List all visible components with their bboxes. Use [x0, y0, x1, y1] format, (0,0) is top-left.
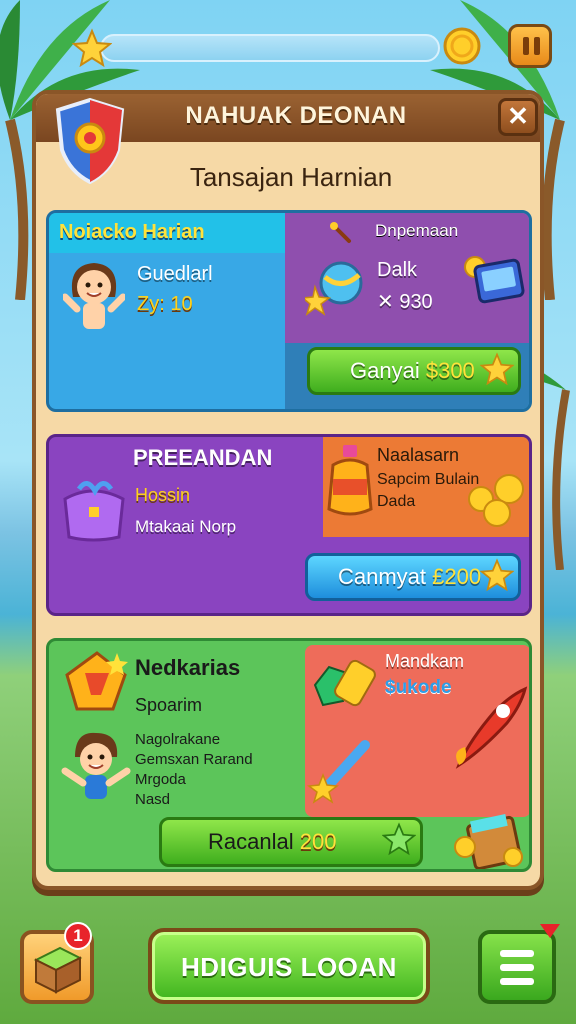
panel-subtitle: Tansajan Harnian	[189, 162, 393, 192]
card2-title: PREEANDAN	[133, 445, 273, 470]
card2-reward-title: Naalasarn	[377, 445, 460, 465]
shield-icon	[55, 98, 125, 184]
gem-icon	[65, 651, 128, 711]
player-name: Guedlarl	[137, 263, 213, 285]
treasure-chest-icon	[454, 814, 523, 869]
jar-icon	[327, 445, 373, 516]
card3-desc3: Mrgoda	[135, 771, 186, 788]
gift-bag-icon	[63, 481, 125, 542]
tablet-icon	[464, 256, 525, 304]
menu-button[interactable]	[478, 930, 556, 1004]
ball-icon	[305, 261, 363, 316]
card3-reward-title: Mandkam	[385, 651, 465, 671]
card2-claim-label: Canmyat £200	[338, 564, 482, 589]
notification-badge: 1	[64, 922, 92, 950]
card1-reward-title: Dnpemaan	[375, 221, 459, 240]
firework-icon	[307, 740, 370, 804]
progress-track	[100, 34, 440, 62]
main-action-label: HDIGUIS LOOAN	[181, 952, 397, 982]
menu-icon	[500, 950, 534, 957]
card3-subtitle: Spoarim	[135, 695, 203, 715]
wand-icon	[330, 222, 351, 243]
gem-cluster-icon	[313, 659, 376, 707]
bottom-bar: 1 HDIGUIS LOOAN	[0, 920, 576, 1024]
card3-desc1: Nagolrakane	[135, 731, 221, 748]
top-hud	[72, 24, 552, 72]
star-icon	[382, 822, 416, 856]
card2-reward-line2: Dada	[377, 493, 416, 510]
card1-item-price: ✕ 930	[377, 291, 433, 313]
card3-title: Nedkarias	[135, 655, 241, 680]
star-icon	[480, 352, 514, 386]
card2-desc: Mtakaai Norp	[135, 517, 237, 536]
card3-desc4: Nasd	[135, 791, 171, 808]
card1-header: Noiacko Harian	[59, 221, 205, 243]
card3-claim-button[interactable]: Racanlal 200	[159, 817, 423, 867]
card2-claim-button[interactable]: Canmyat £200	[305, 553, 521, 601]
quest-card-3: Nedkarias Spoarim Nagolrakane Gemsxan Ra…	[46, 638, 532, 872]
card1-claim-label: Ganyai $300	[350, 358, 475, 383]
pause-button[interactable]	[508, 24, 552, 68]
card3-claim-label: Racanlal 200	[208, 829, 337, 854]
daily-quest-panel: NAHUAK DEONAN ✕ Tansajan Harnian Noiacko…	[32, 90, 544, 890]
coin-icon	[443, 27, 481, 65]
close-button[interactable]: ✕	[498, 98, 538, 136]
menu-notification-flag	[540, 924, 560, 938]
star-icon	[480, 558, 514, 592]
rocket-icon	[455, 686, 528, 769]
card1-item-name: Dalk	[377, 259, 418, 281]
quest-card-2: PREEANDAN Hossin Mtakaai Norp Naalasarn …	[46, 434, 532, 616]
card3-reward-sub: $ukode	[385, 677, 452, 698]
boy-avatar	[61, 732, 131, 799]
main-action-button[interactable]: HDIGUIS LOOAN	[148, 928, 430, 1004]
card1-claim-button[interactable]: Ganyai $300	[307, 347, 521, 395]
card3-desc2: Gemsxan Rarand	[135, 751, 253, 768]
girl-avatar	[63, 263, 125, 329]
panel-title: NAHUAK DEONAN	[185, 102, 407, 129]
card2-subtitle: Hossin	[135, 485, 191, 505]
quest-card-1: Noiacko Harian Guedlarl Zy: 10 Dnpemaan …	[46, 210, 532, 412]
player-level: Zy: 10	[137, 293, 193, 315]
coins-icon	[468, 474, 524, 527]
pause-icon	[523, 37, 529, 55]
star-icon	[72, 28, 112, 68]
